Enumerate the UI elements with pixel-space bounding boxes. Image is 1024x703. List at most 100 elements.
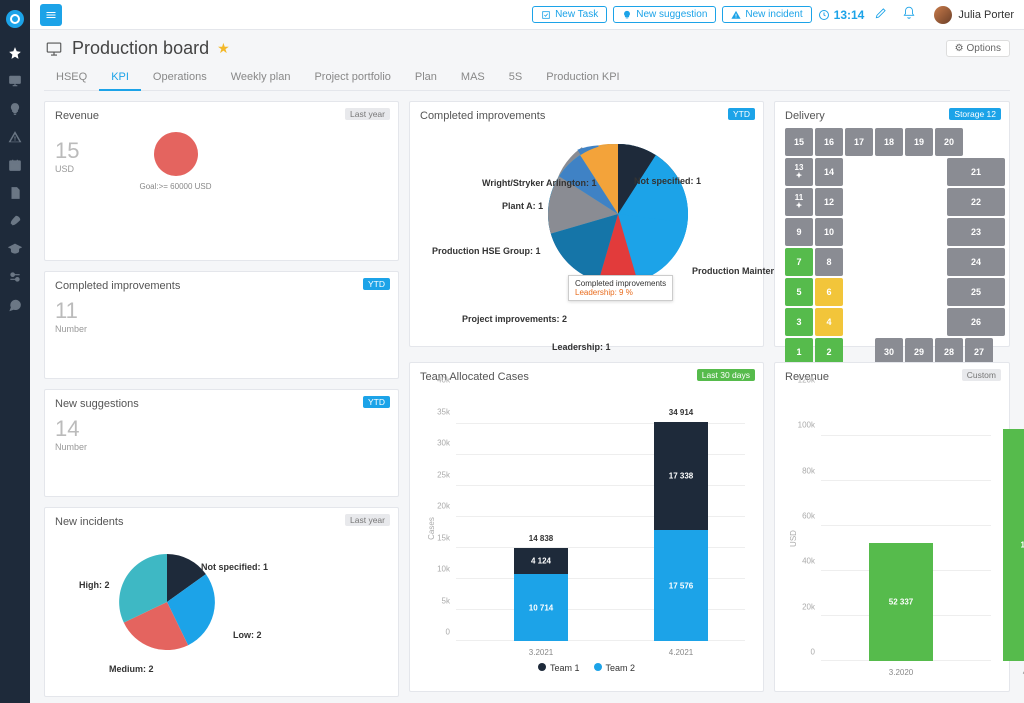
bar-total: 14 838 [529,534,553,543]
pie-label: Not specified: 1 [201,562,268,572]
storage-cell[interactable]: 18 [875,128,903,156]
sidebar-item-favorites[interactable] [8,46,22,60]
storage-cell[interactable]: 15 [785,128,813,156]
storage-cell[interactable]: 21 [947,158,1005,186]
storage-cell[interactable]: 9 [785,218,813,246]
edit-icon[interactable] [870,6,892,23]
badge-ytd: YTD [728,108,755,120]
storage-cell[interactable]: 23 [947,218,1005,246]
storage-cell[interactable]: 3 [785,308,813,336]
pie-label: Wright/Stryker Arlington: 1 [482,178,597,188]
sidebar-item-settings[interactable] [8,270,22,284]
x-label: 3.2020 [889,668,913,677]
tab-hseq[interactable]: HSEQ [44,65,99,90]
tab-mas[interactable]: MAS [449,65,497,90]
topbar: New Task New suggestion New incident 13:… [30,0,1024,30]
storage-cell[interactable]: 22 [947,188,1005,216]
goal-indicator-icon [154,132,198,176]
storage-cell[interactable]: 11✦ [785,188,813,216]
sidebar-item-bulb[interactable] [8,102,22,116]
sidebar-item-education[interactable] [8,242,22,256]
stat-unit: USD [55,164,79,174]
pie-label: Project improvements: 2 [462,314,567,324]
card-completed-improvements-pie: Completed improvements YTD [409,101,764,347]
goal-text: Goal:>= 60000 USD [139,182,211,191]
tabs: HSEQ KPI Operations Weekly plan Project … [44,65,1010,91]
card-title: Revenue [55,110,388,122]
user-name: Julia Porter [958,9,1014,21]
app-logo [6,10,24,28]
card-new-incidents: New incidents Last year Not specified: 1… [44,507,399,697]
storage-cell[interactable]: 4 [815,308,843,336]
badge: YTD [363,278,390,290]
badge: Last year [345,108,390,120]
badge: Custom [962,369,1001,381]
page-header: Production board ★ ⚙Options [44,38,1010,59]
badge: Last 30 days [697,369,755,381]
card-title: New incidents [55,516,388,528]
options-button[interactable]: ⚙Options [946,40,1010,57]
card-title: New suggestions [55,398,388,410]
x-label: 3.2021 [529,648,553,657]
tab-kpi[interactable]: KPI [99,65,141,91]
pie-label: Not specified: 1 [634,176,701,186]
sidebar-item-document[interactable] [8,186,22,200]
monitor-icon [44,40,64,58]
bar-total: 34 914 [669,408,693,417]
sidebar-item-calendar[interactable] [8,158,22,172]
new-task-button[interactable]: New Task [532,6,607,23]
storage-cell[interactable]: 7 [785,248,813,276]
tab-plan[interactable]: Plan [403,65,449,90]
stat-value: 15 [55,138,79,164]
storage-cell[interactable]: 26 [947,308,1005,336]
storage-cell[interactable]: 17 [845,128,873,156]
tab-weekly-plan[interactable]: Weekly plan [219,65,303,90]
storage-cell[interactable]: 8 [815,248,843,276]
card-team-allocated-cases: Team Allocated Cases Last 30 days Cases … [409,362,764,692]
storage-cell[interactable]: 24 [947,248,1005,276]
sidebar-item-rocket[interactable] [8,214,22,228]
avatar [934,6,952,24]
y-axis: 0 20k 40k 60k 80k 100k 120k [789,389,819,661]
storage-cell[interactable]: 25 [947,278,1005,306]
pie-label: Medium: 2 [109,664,154,674]
tab-production-kpi[interactable]: Production KPI [534,65,631,90]
user-menu[interactable]: Julia Porter [934,6,1014,24]
card-new-suggestions: New suggestions YTD 14 Number [44,389,399,497]
card-revenue-bar: Revenue Custom USD 0 20k 40k 60k 80k 100… [774,362,1010,692]
star-icon[interactable]: ★ [217,40,230,57]
sidebar-item-chat[interactable] [8,298,22,312]
badge: Last year [345,514,390,526]
storage-cell[interactable]: 12 [815,188,843,216]
storage-cell[interactable]: 13✦ [785,158,813,186]
pie-label: Leadership: 1 [552,342,611,352]
pie-label: Production HSE Group: 1 [432,246,541,256]
new-suggestion-button[interactable]: New suggestion [613,6,716,23]
sidebar-item-monitor[interactable] [8,74,22,88]
tab-project-portfolio[interactable]: Project portfolio [302,65,402,90]
tab-5s[interactable]: 5S [497,65,534,90]
chart-legend: Team 1 Team 2 [420,663,753,673]
sidebar-item-alert[interactable] [8,130,22,144]
stat-value: 11 [55,298,388,324]
storage-cell[interactable]: 16 [815,128,843,156]
stat-value: 14 [55,416,388,442]
pie-chart [548,144,688,284]
card-title: Completed improvements [55,280,388,292]
badge: YTD [363,396,390,408]
y-axis: 0 5k 10k 15k 20k 25k 30k 35k 40k [424,389,454,641]
storage-cell[interactable]: 19 [905,128,933,156]
stat-unit: Number [55,324,388,334]
x-label: 4.2021 [669,648,693,657]
storage-cell[interactable]: 10 [815,218,843,246]
bell-icon[interactable] [898,6,920,23]
tab-operations[interactable]: Operations [141,65,219,90]
storage-cell[interactable]: 14 [815,158,843,186]
storage-cell[interactable]: 5 [785,278,813,306]
storage-cell[interactable]: 20 [935,128,963,156]
menu-toggle-button[interactable] [40,4,62,26]
pie-label: Plant A: 1 [502,201,543,211]
clock: 13:14 [818,8,865,22]
new-incident-button[interactable]: New incident [722,6,811,23]
storage-cell[interactable]: 6 [815,278,843,306]
